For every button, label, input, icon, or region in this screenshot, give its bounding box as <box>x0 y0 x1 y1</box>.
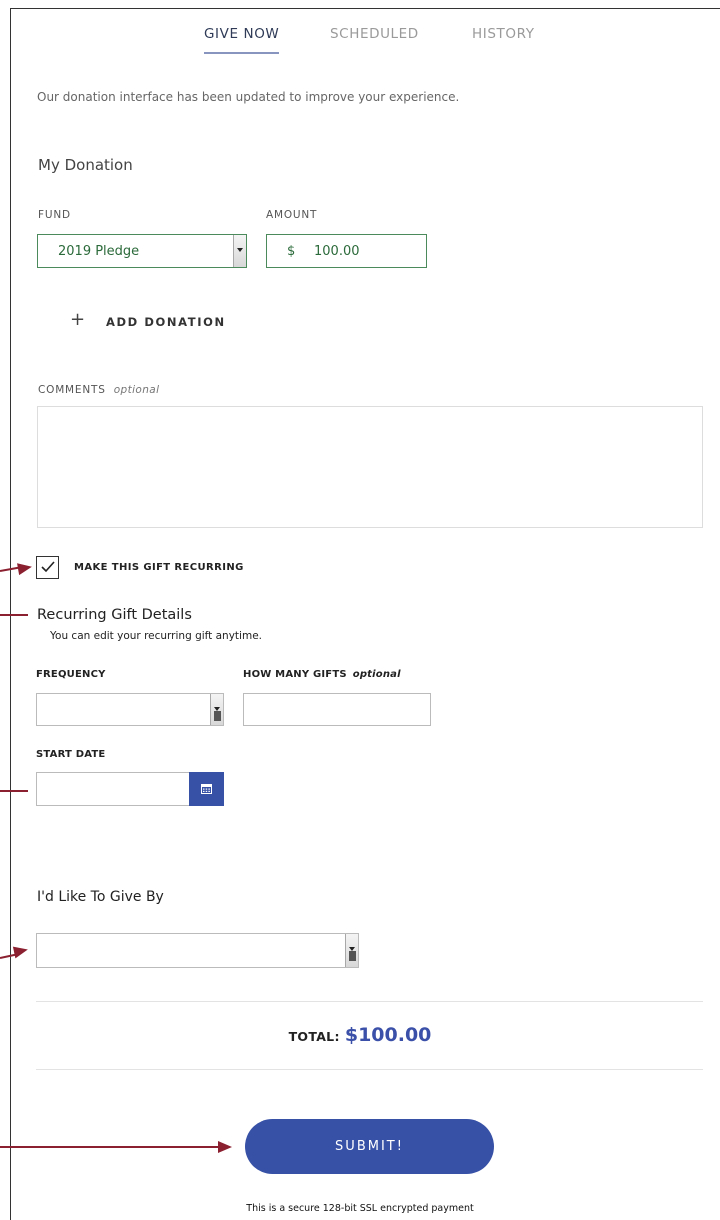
my-donation-heading: My Donation <box>38 156 133 174</box>
calendar-icon <box>201 784 212 794</box>
how-many-gifts-input[interactable] <box>243 693 431 726</box>
comments-textarea[interactable] <box>37 406 703 528</box>
give-by-heading: I'd Like To Give By <box>37 889 164 905</box>
submit-button[interactable]: SUBMIT! <box>245 1119 494 1174</box>
divider <box>36 1001 703 1002</box>
frequency-label: FREQUENCY <box>36 669 106 680</box>
how-many-optional-hint: optional <box>352 669 401 680</box>
tab-scheduled[interactable]: SCHEDULED <box>330 26 419 42</box>
total-amount: $100.00 <box>344 1024 432 1046</box>
recurring-details-subtext: You can edit your recurring gift anytime… <box>50 630 262 642</box>
recurring-details-heading: Recurring Gift Details <box>37 607 192 623</box>
start-date-label: START DATE <box>36 749 106 760</box>
plus-icon: + <box>70 309 86 330</box>
tab-history[interactable]: HISTORY <box>472 26 535 42</box>
checkmark-icon <box>41 561 55 573</box>
amount-value: 100.00 <box>314 244 360 259</box>
recurring-checkbox[interactable] <box>36 556 59 579</box>
tab-give-now[interactable]: GIVE NOW <box>204 26 280 54</box>
recurring-checkbox-label: MAKE THIS GIFT RECURRING <box>74 562 244 573</box>
comments-label: COMMENTS optional <box>38 384 159 396</box>
calendar-button[interactable] <box>189 772 224 806</box>
chevron-down-icon[interactable] <box>345 934 358 967</box>
update-notice: Our donation interface has been updated … <box>37 90 460 104</box>
amount-label: AMOUNT <box>266 209 318 221</box>
tab-bar: GIVE NOW SCHEDULED HISTORY <box>0 26 720 56</box>
secure-payment-note: This is a secure 128-bit SSL encrypted p… <box>246 1203 474 1214</box>
amount-input[interactable]: $ 100.00 <box>266 234 427 268</box>
add-donation-label: ADD DONATION <box>106 315 226 329</box>
start-date-input[interactable] <box>36 772 191 806</box>
comments-optional-hint: optional <box>113 384 160 396</box>
comments-label-text: COMMENTS <box>38 384 106 396</box>
fund-select[interactable]: 2019 Pledge <box>37 234 247 268</box>
how-many-gifts-label: HOW MANY GIFTS optional <box>243 669 401 680</box>
chevron-down-icon[interactable] <box>210 694 223 725</box>
payment-method-select[interactable] <box>36 933 359 968</box>
total-label: TOTAL: <box>288 1029 340 1044</box>
fund-selected-value: 2019 Pledge <box>58 244 140 259</box>
frequency-select[interactable] <box>36 693 224 726</box>
currency-symbol: $ <box>287 244 296 259</box>
chevron-down-icon[interactable] <box>233 235 246 267</box>
divider <box>36 1069 703 1070</box>
total-row: TOTAL: $100.00 <box>0 1024 720 1046</box>
fund-label: FUND <box>38 209 71 221</box>
how-many-gifts-label-text: HOW MANY GIFTS <box>243 669 347 680</box>
